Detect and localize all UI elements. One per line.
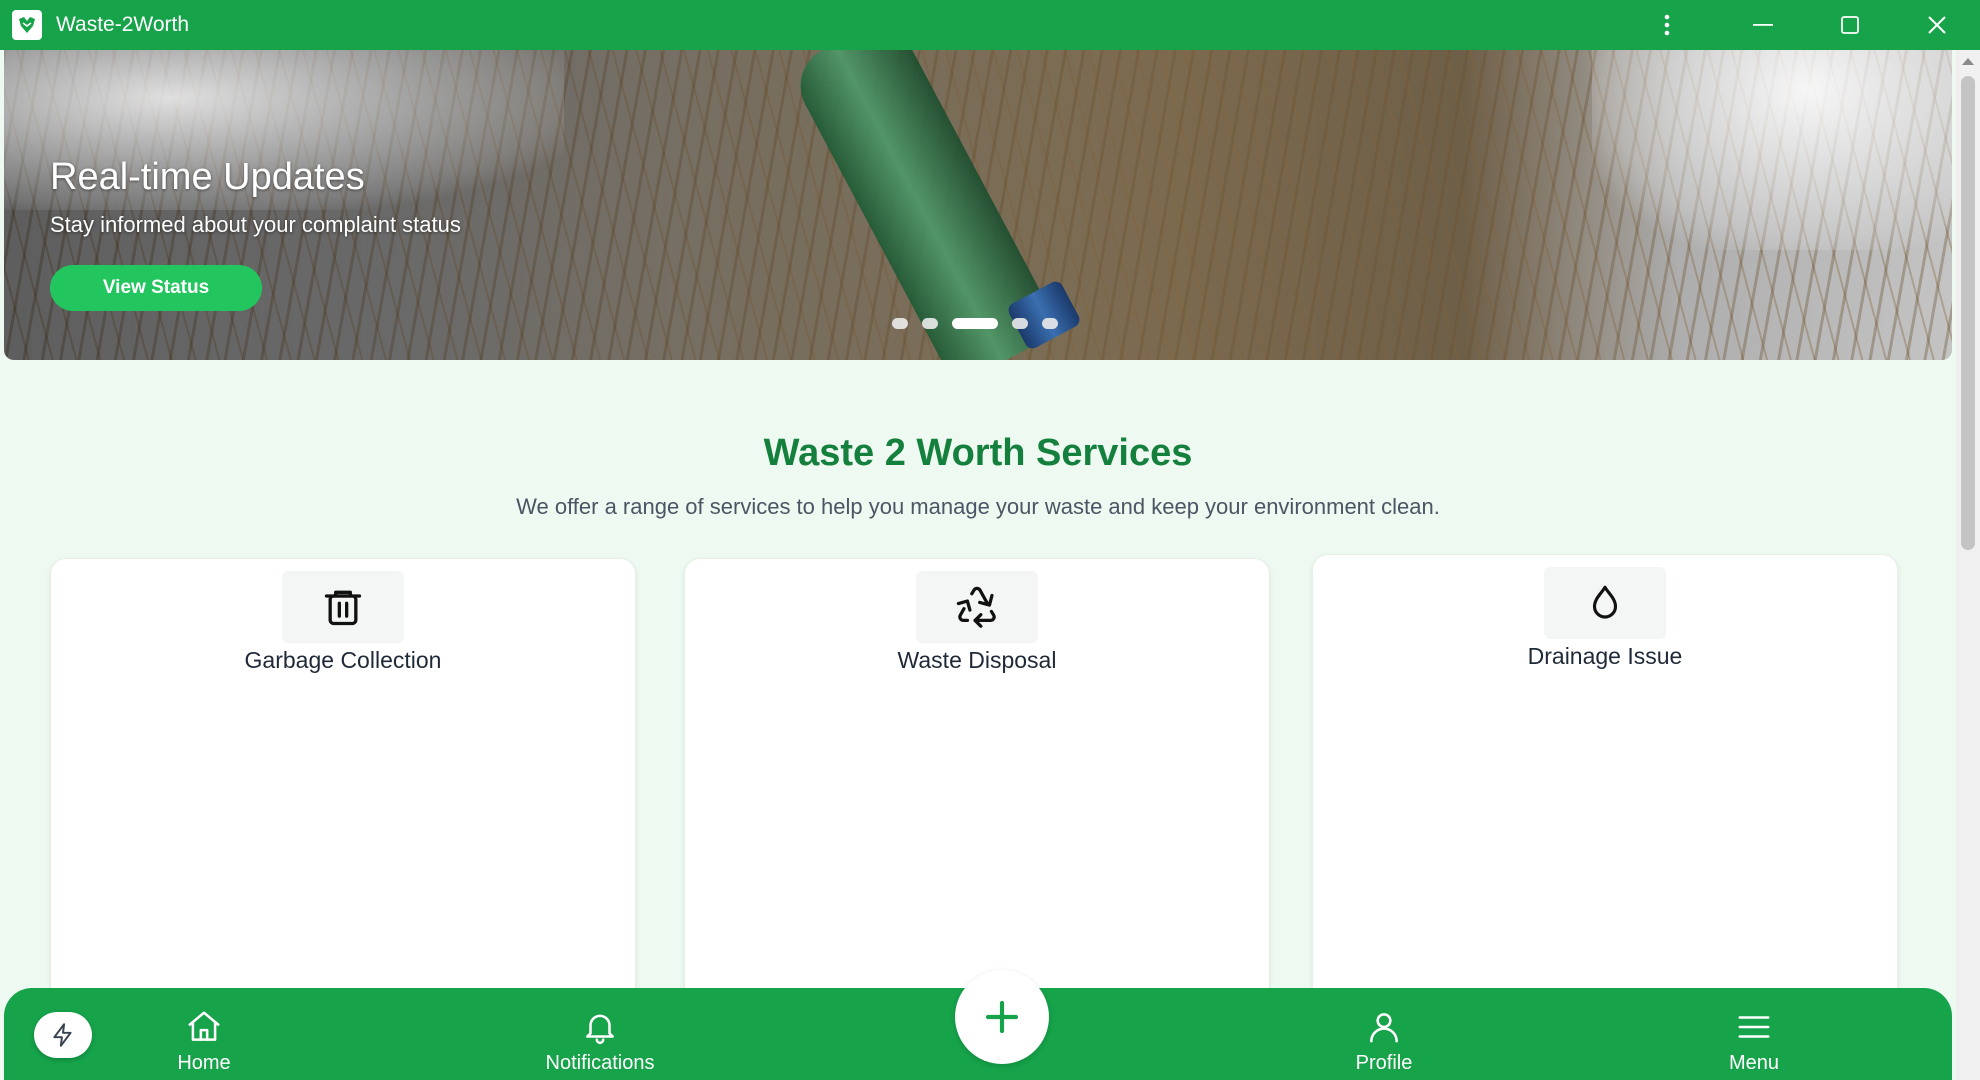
nav-item-home[interactable]: Home bbox=[114, 1008, 294, 1075]
nav-item-notifications[interactable]: Notifications bbox=[510, 1008, 690, 1075]
view-status-button[interactable]: View Status bbox=[50, 265, 262, 311]
app-logo-icon bbox=[12, 10, 42, 40]
carousel-dot[interactable] bbox=[922, 318, 938, 329]
more-options-icon[interactable] bbox=[1624, 0, 1710, 50]
service-card-label: Waste Disposal bbox=[897, 647, 1057, 673]
service-card-garbage-collection[interactable]: Garbage Collection bbox=[50, 558, 636, 1023]
recycle-icon bbox=[916, 571, 1038, 643]
droplet-icon bbox=[1544, 567, 1666, 639]
nav-item-menu[interactable]: Menu bbox=[1664, 1008, 1844, 1075]
home-icon bbox=[188, 1011, 220, 1041]
hero-subtitle: Stay informed about your complaint statu… bbox=[50, 212, 461, 237]
nav-label: Menu bbox=[1728, 1052, 1780, 1074]
service-card-label: Garbage Collection bbox=[244, 647, 442, 673]
carousel-dot[interactable] bbox=[1012, 318, 1028, 329]
trash-icon bbox=[282, 571, 404, 643]
maximize-icon[interactable] bbox=[1807, 0, 1893, 50]
hero-title: Real-time Updates bbox=[50, 156, 365, 198]
nav-label: Home bbox=[177, 1052, 231, 1074]
bell-icon bbox=[586, 1014, 614, 1045]
window-title: Waste-2Worth bbox=[56, 13, 190, 36]
hero-image-sheet bbox=[1592, 50, 1952, 250]
nav-label: Notifications bbox=[545, 1052, 655, 1074]
scrollbar-thumb[interactable] bbox=[1961, 76, 1975, 550]
carousel-dot-active[interactable] bbox=[952, 318, 998, 329]
service-card-label: Drainage Issue bbox=[1527, 643, 1683, 669]
nav-label: Profile bbox=[1355, 1052, 1413, 1074]
scroll-up-arrow-icon[interactable] bbox=[1962, 58, 1974, 65]
minimize-icon[interactable] bbox=[1720, 0, 1806, 50]
service-card-drainage-issue[interactable]: Drainage Issue bbox=[1312, 554, 1898, 1019]
services-title: Waste 2 Worth Services bbox=[763, 432, 1193, 474]
quick-action-button[interactable] bbox=[34, 1012, 92, 1058]
nav-label-add: Add bbox=[984, 1044, 1020, 1066]
close-icon[interactable] bbox=[1894, 0, 1980, 50]
hero-carousel[interactable]: Real-time Updates Stay informed about yo… bbox=[4, 50, 1952, 360]
title-bar: Waste-2Worth bbox=[0, 0, 1980, 50]
user-icon bbox=[1370, 1013, 1398, 1043]
hamburger-icon bbox=[1738, 1016, 1770, 1038]
plus-icon bbox=[985, 1000, 1019, 1034]
services-subtitle: We offer a range of services to help you… bbox=[516, 494, 1440, 519]
carousel-indicators bbox=[892, 318, 1058, 329]
service-card-waste-disposal[interactable]: Waste Disposal bbox=[684, 558, 1270, 1023]
nav-item-profile[interactable]: Profile bbox=[1294, 1008, 1474, 1075]
carousel-dot[interactable] bbox=[1042, 318, 1058, 329]
carousel-dot[interactable] bbox=[892, 318, 908, 329]
lightning-icon bbox=[53, 1023, 72, 1047]
vertical-scrollbar[interactable] bbox=[1956, 50, 1980, 1080]
